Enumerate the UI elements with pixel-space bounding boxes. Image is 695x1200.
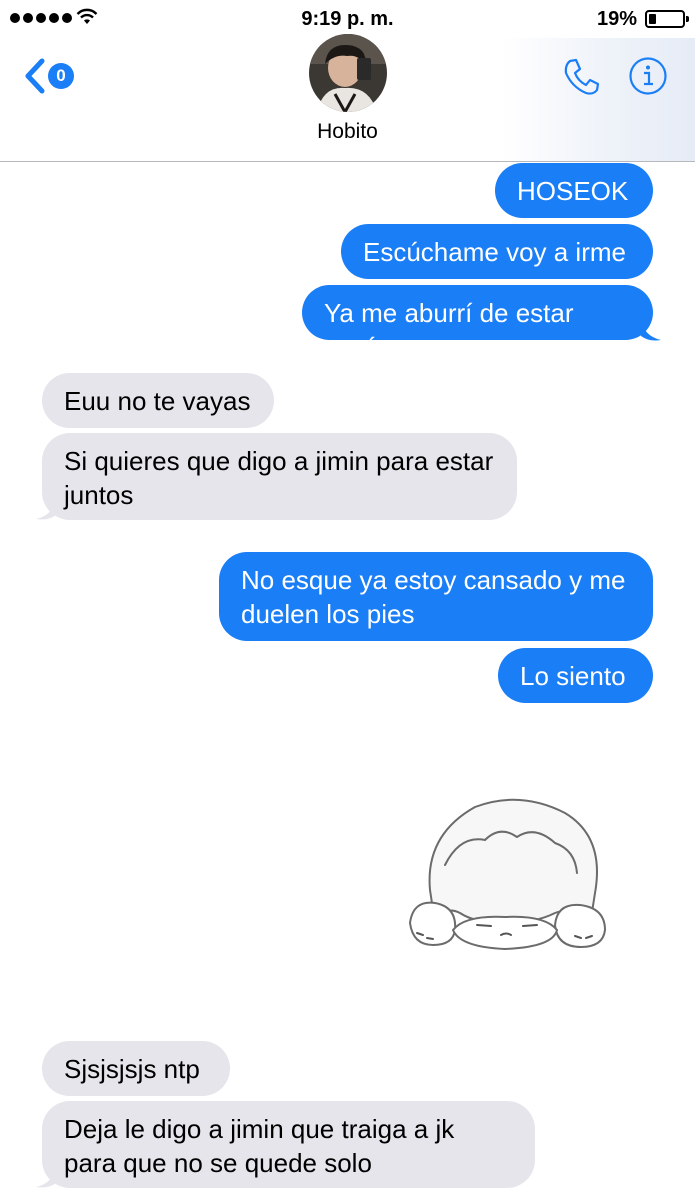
bubble-tail: [36, 1165, 56, 1188]
message-bubble-received[interactable]: Deja le digo a jimin que traiga a jk par…: [42, 1101, 535, 1188]
message-bubble-sent[interactable]: Lo siento: [498, 648, 653, 703]
message-bubble-sent[interactable]: No esque ya estoy cansado y me duelen lo…: [219, 552, 653, 641]
battery-icon: [645, 10, 689, 28]
message-bubble-received[interactable]: Sjsjsjsjs ntp: [42, 1041, 230, 1096]
message-bubble-sent[interactable]: Ya me aburrí de estar aquí: [302, 285, 653, 362]
chevron-left-icon: [25, 58, 45, 94]
message-bubble-received[interactable]: Si quieres que digo a jimin para estar j…: [42, 433, 517, 520]
contact-name[interactable]: Hobito: [0, 120, 695, 144]
avatar[interactable]: [309, 34, 387, 112]
sticker[interactable]: [405, 795, 615, 960]
message-bubble-sent[interactable]: Escúchame voy a irme: [341, 224, 653, 279]
battery-percentage: 19%: [596, 8, 637, 30]
unread-count-badge: 0: [48, 63, 74, 89]
phone-icon[interactable]: [560, 56, 602, 98]
bubble-tail: [641, 318, 661, 341]
status-time: 9:19 p. m.: [301, 8, 394, 30]
message-bubble-sent[interactable]: HOSEOK: [495, 163, 653, 218]
info-icon[interactable]: [628, 56, 668, 96]
bubble-tail: [36, 497, 56, 520]
status-bar: 9:19 p. m. 19%: [0, 0, 695, 38]
conversation-header: 0 Hobito: [0, 34, 695, 162]
back-button[interactable]: 0: [22, 56, 82, 96]
message-bubble-received[interactable]: Euu no te vayas: [42, 373, 274, 428]
